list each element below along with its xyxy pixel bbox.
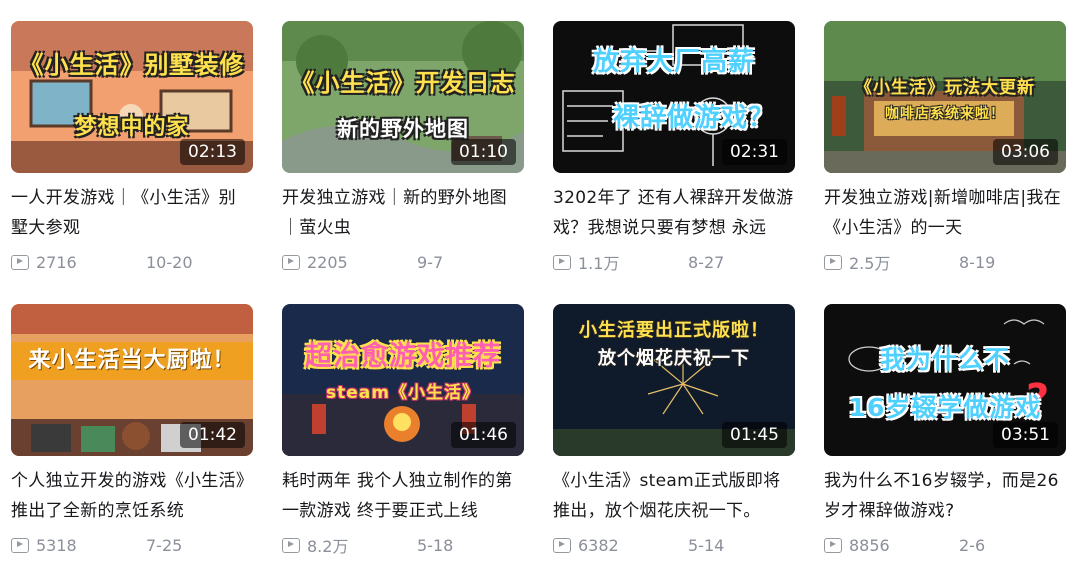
play-count-icon [282, 254, 300, 270]
video-meta: 2.5万 8-19 [824, 249, 1066, 275]
video-duration: 01:45 [722, 422, 787, 448]
play-count-icon [11, 254, 29, 270]
video-duration: 03:51 [993, 422, 1058, 448]
video-title[interactable]: 我为什么不16岁辍学，而是26岁才裸辞做游戏? [824, 466, 1066, 526]
video-meta: 5318 7-25 [11, 532, 253, 558]
video-meta: 2716 10-20 [11, 249, 253, 275]
video-title[interactable]: 《小生活》steam正式版即将推出，放个烟花庆祝一下。 [553, 466, 795, 526]
thumbnail-subtitle: steam《小生活》 [326, 383, 480, 403]
play-count-icon [282, 537, 300, 553]
view-count: 2716 [36, 252, 77, 272]
thumbnail-title: 小生活要出正式版啦！ [579, 320, 769, 341]
video-thumbnail[interactable]: 小生活要出正式版啦！ 放个烟花庆祝一下 01:45 [553, 304, 795, 456]
video-grid: 《小生活》别墅装修 梦想中的家 02:13 一人开发游戏｜《小生活》别墅大参观 … [0, 0, 1080, 580]
video-title[interactable]: 耗时两年 我个人独立制作的第一款游戏 终于要正式上线 [282, 466, 524, 526]
thumbnail-title: 来小生活当大厨啦！ [11, 342, 253, 380]
video-title[interactable]: 开发独立游戏｜新的野外地图｜萤火虫 [282, 183, 524, 243]
video-thumbnail[interactable]: 《小生活》玩法大更新 咖啡店系统来啦！ 03:06 [824, 21, 1066, 173]
view-count: 1.1万 [578, 254, 620, 273]
publish-date: 8-19 [959, 252, 996, 272]
video-card[interactable]: 《小生活》玩法大更新 咖啡店系统来啦！ 03:06 开发独立游戏|新增咖啡店|我… [824, 21, 1066, 275]
thumbnail-title: 《小生活》别墅装修 [19, 51, 245, 79]
video-meta: 6382 5-14 [553, 532, 795, 558]
thumbnail-title: 《小生活》开发日志 [290, 69, 516, 97]
video-title[interactable]: 开发独立游戏|新增咖啡店|我在《小生活》的一天 [824, 183, 1066, 243]
video-card[interactable]: 《小生活》别墅装修 梦想中的家 02:13 一人开发游戏｜《小生活》别墅大参观 … [11, 21, 253, 275]
video-duration: 03:06 [993, 139, 1058, 165]
video-meta: 1.1万 8-27 [553, 249, 795, 275]
video-duration: 01:46 [451, 422, 516, 448]
view-count: 5318 [36, 535, 77, 555]
play-count-icon [11, 537, 29, 553]
thumbnail-subtitle: 放个烟花庆祝一下 [598, 348, 750, 369]
publish-date: 9-7 [417, 252, 444, 272]
video-duration: 01:10 [451, 139, 516, 165]
play-count-icon [824, 537, 842, 553]
thumbnail-title: 《小生活》玩法大更新 [855, 78, 1035, 98]
view-count: 2.5万 [849, 254, 891, 273]
view-count: 6382 [578, 535, 619, 555]
view-count: 2205 [307, 252, 348, 272]
video-card[interactable]: 《小生活》开发日志 新的野外地图 01:10 开发独立游戏｜新的野外地图｜萤火虫… [282, 21, 524, 275]
video-thumbnail[interactable]: 放弃大厂高薪 裸辞做游戏？ 02:31 [553, 21, 795, 173]
video-thumbnail[interactable]: ? 我为什么不 16岁辍学做游戏 03:51 [824, 304, 1066, 456]
thumbnail-subtitle: 咖啡店系统来啦！ [885, 106, 1005, 122]
video-title[interactable]: 一人开发游戏｜《小生活》别墅大参观 [11, 183, 253, 243]
video-meta: 8856 2-6 [824, 532, 1066, 558]
video-meta: 2205 9-7 [282, 249, 524, 275]
video-card[interactable]: 小生活要出正式版啦！ 放个烟花庆祝一下 01:45 《小生活》steam正式版即… [553, 304, 795, 558]
video-card[interactable]: 超治愈游戏推荐 steam《小生活》 01:46 耗时两年 我个人独立制作的第一… [282, 304, 524, 558]
play-count-icon [553, 254, 571, 270]
publish-date: 10-20 [146, 252, 193, 272]
video-title[interactable]: 个人独立开发的游戏《小生活》推出了全新的烹饪系统 [11, 466, 253, 526]
view-count: 8856 [849, 535, 890, 555]
publish-date: 2-6 [959, 535, 986, 555]
video-card[interactable]: 来小生活当大厨啦！ 01:42 个人独立开发的游戏《小生活》推出了全新的烹饪系统… [11, 304, 253, 558]
video-title[interactable]: 3202年了 还有人裸辞开发做游戏？我想说只要有梦想 永远 [553, 183, 795, 243]
publish-date: 5-14 [688, 535, 725, 555]
thumbnail-title: 我为什么不 [879, 345, 1010, 374]
play-count-icon [553, 537, 571, 553]
video-card[interactable]: ? 我为什么不 16岁辍学做游戏 03:51 我为什么不16岁辍学，而是26岁才… [824, 304, 1066, 558]
video-duration: 02:31 [722, 139, 787, 165]
thumbnail-subtitle: 16岁辍学做游戏 [848, 393, 1042, 422]
video-card[interactable]: 放弃大厂高薪 裸辞做游戏？ 02:31 3202年了 还有人裸辞开发做游戏？我想… [553, 21, 795, 275]
publish-date: 5-18 [417, 535, 454, 555]
video-duration: 02:13 [180, 139, 245, 165]
video-thumbnail[interactable]: 《小生活》开发日志 新的野外地图 01:10 [282, 21, 524, 173]
play-count-icon [824, 254, 842, 270]
view-count: 8.2万 [307, 537, 349, 556]
thumbnail-subtitle: 裸辞做游戏？ [612, 103, 775, 133]
thumbnail-title: 放弃大厂高薪 [592, 47, 755, 77]
publish-date: 7-25 [146, 535, 183, 555]
video-thumbnail[interactable]: 超治愈游戏推荐 steam《小生活》 01:46 [282, 304, 524, 456]
thumbnail-subtitle: 梦想中的家 [74, 115, 190, 140]
publish-date: 8-27 [688, 252, 725, 272]
video-duration: 01:42 [180, 422, 245, 448]
video-meta: 8.2万 5-18 [282, 532, 524, 558]
video-thumbnail[interactable]: 来小生活当大厨啦！ 01:42 [11, 304, 253, 456]
thumbnail-title: 超治愈游戏推荐 [305, 341, 501, 372]
video-thumbnail[interactable]: 《小生活》别墅装修 梦想中的家 02:13 [11, 21, 253, 173]
